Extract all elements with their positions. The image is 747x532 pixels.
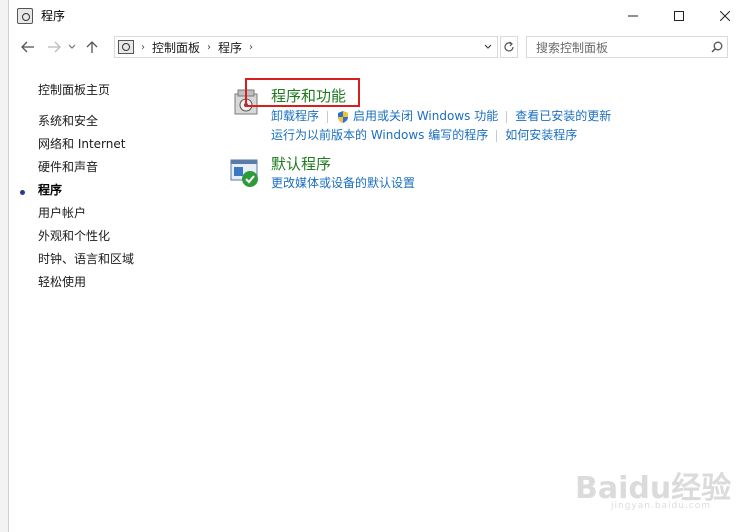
- window-controls: [610, 0, 747, 31]
- run-older-programs-link[interactable]: 运行为以前版本的 Windows 编写的程序: [271, 128, 488, 142]
- control-panel-icon: [17, 7, 33, 24]
- search-icon[interactable]: [707, 41, 727, 53]
- back-button[interactable]: [17, 36, 39, 58]
- control-panel-window: 程序 › 控制面板 › 程序 › 搜索控制面板 控制面板主页 系统和安全 网络和…: [8, 0, 747, 532]
- breadcrumb-control-panel[interactable]: 控制面板: [152, 39, 200, 56]
- how-to-install-program-link[interactable]: 如何安装程序: [505, 128, 577, 142]
- sidebar-item-network-internet[interactable]: 网络和 Internet: [38, 137, 134, 160]
- close-icon: [720, 10, 730, 21]
- navigation-bar: › 控制面板 › 程序 › 搜索控制面板: [9, 31, 747, 63]
- breadcrumb-separator-icon: ›: [207, 41, 212, 53]
- programs-and-features-links-row2: 运行为以前版本的 Windows 编写的程序 如何安装程序: [271, 126, 577, 143]
- sidebar-item-hardware-sound[interactable]: 硬件和声音: [38, 160, 134, 183]
- close-button[interactable]: [702, 0, 747, 31]
- breadcrumb-programs[interactable]: 程序: [218, 39, 242, 56]
- up-button[interactable]: [81, 36, 103, 58]
- refresh-button[interactable]: [500, 36, 518, 58]
- minimize-button[interactable]: [610, 0, 656, 31]
- default-programs-links: 更改媒体或设备的默认设置: [271, 174, 415, 191]
- address-dropdown-button[interactable]: [480, 37, 496, 57]
- change-media-defaults-link[interactable]: 更改媒体或设备的默认设置: [271, 176, 415, 190]
- up-arrow-icon: [86, 41, 98, 53]
- sidebar-item-clock-language-region[interactable]: 时钟、语言和区域: [38, 252, 134, 275]
- uninstall-program-link[interactable]: 卸载程序: [271, 109, 319, 123]
- search-input[interactable]: 搜索控制面板: [536, 39, 707, 56]
- sidebar-item-system-security[interactable]: 系统和安全: [38, 114, 134, 137]
- window-title: 程序: [41, 9, 66, 23]
- breadcrumb-separator-icon: ›: [141, 41, 145, 53]
- baidu-watermark: Baidu经验 jingyan.baidu.com: [575, 455, 740, 511]
- sidebar-category-list: 系统和安全 网络和 Internet 硬件和声音 程序 用户帐户 外观和个性化 …: [38, 114, 134, 298]
- maximize-button[interactable]: [656, 0, 702, 31]
- breadcrumb-separator-icon[interactable]: ›: [249, 42, 253, 53]
- programs-and-features-links-row1: 卸载程序 启用或关闭 Windows 功能 查看已安装的更新: [271, 107, 611, 124]
- refresh-icon: [504, 41, 514, 52]
- control-panel-icon: [118, 40, 134, 54]
- sidebar-item-user-accounts[interactable]: 用户帐户: [38, 206, 134, 229]
- minimize-icon: [628, 15, 638, 16]
- recent-locations-button[interactable]: [65, 36, 79, 58]
- address-bar[interactable]: › 控制面板 › 程序 ›: [114, 36, 498, 58]
- default-programs-title[interactable]: 默认程序: [271, 153, 331, 174]
- sidebar-item-ease-of-access[interactable]: 轻松使用: [38, 275, 134, 298]
- background-window-edge: [0, 0, 8, 532]
- view-installed-updates-link[interactable]: 查看已安装的更新: [515, 109, 611, 123]
- forward-button[interactable]: [43, 36, 65, 58]
- sidebar-item-appearance[interactable]: 外观和个性化: [38, 229, 134, 252]
- shield-icon: [338, 110, 349, 123]
- sidebar-home-link[interactable]: 控制面板主页: [38, 81, 110, 98]
- search-box[interactable]: 搜索控制面板: [526, 36, 728, 58]
- chevron-down-icon: [484, 44, 492, 49]
- default-programs-icon[interactable]: [229, 157, 261, 189]
- chevron-down-icon: [68, 44, 76, 49]
- back-arrow-icon: [21, 41, 34, 53]
- maximize-icon: [674, 10, 684, 21]
- sidebar-item-programs[interactable]: 程序: [38, 183, 134, 206]
- active-bullet-icon: [20, 190, 25, 195]
- highlight-annotation-box: [245, 78, 360, 107]
- turn-windows-features-link[interactable]: 启用或关闭 Windows 功能: [353, 109, 498, 123]
- link-separator: [506, 110, 508, 123]
- link-separator: [496, 129, 498, 142]
- forward-arrow-icon: [48, 41, 61, 53]
- link-separator: [327, 110, 329, 123]
- title-bar: 程序: [9, 0, 747, 31]
- watermark-subtext: jingyan.baidu.com: [611, 501, 712, 511]
